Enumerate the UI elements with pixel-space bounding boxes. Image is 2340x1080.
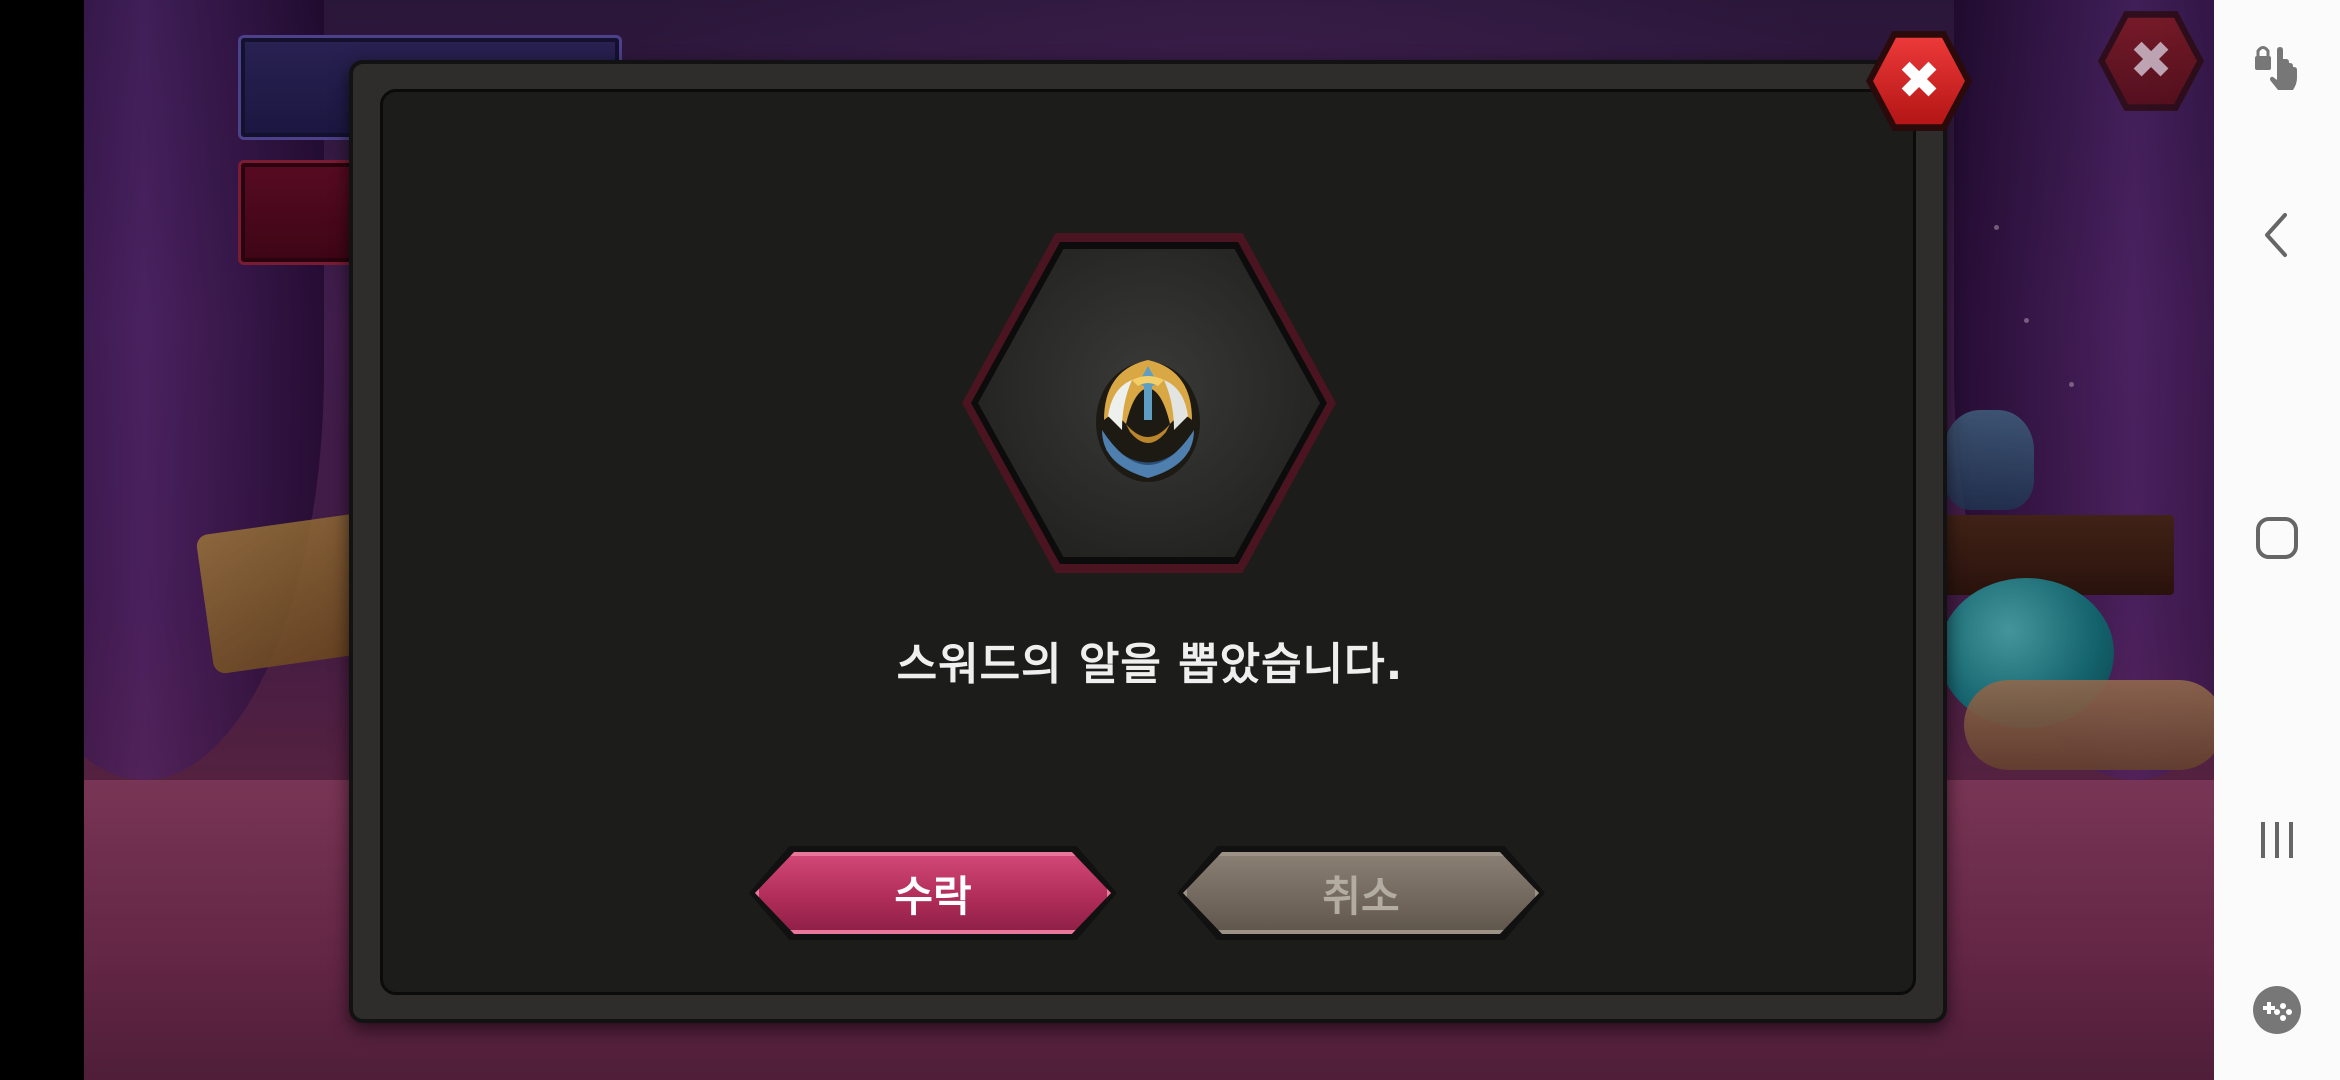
sword-egg-icon	[1096, 360, 1200, 482]
game-tools-icon[interactable]	[2214, 970, 2340, 1050]
close-icon: ✖	[1873, 37, 1965, 125]
home-icon[interactable]	[2214, 498, 2340, 578]
touch-lock-icon[interactable]	[2214, 28, 2340, 108]
system-nav-bar	[2214, 0, 2340, 1080]
cancel-button[interactable]: 취소	[1177, 846, 1545, 940]
back-icon[interactable]	[2214, 195, 2340, 275]
accept-button[interactable]: 수락	[749, 846, 1117, 940]
close-icon: ✖	[2105, 17, 2197, 105]
recent-apps-icon[interactable]	[2214, 800, 2340, 880]
accept-button-label: 수락	[755, 852, 1111, 934]
cancel-button-label: 취소	[1183, 852, 1539, 934]
dialog-message: 스워드의 알을 뽑았습니다.	[896, 639, 1404, 690]
